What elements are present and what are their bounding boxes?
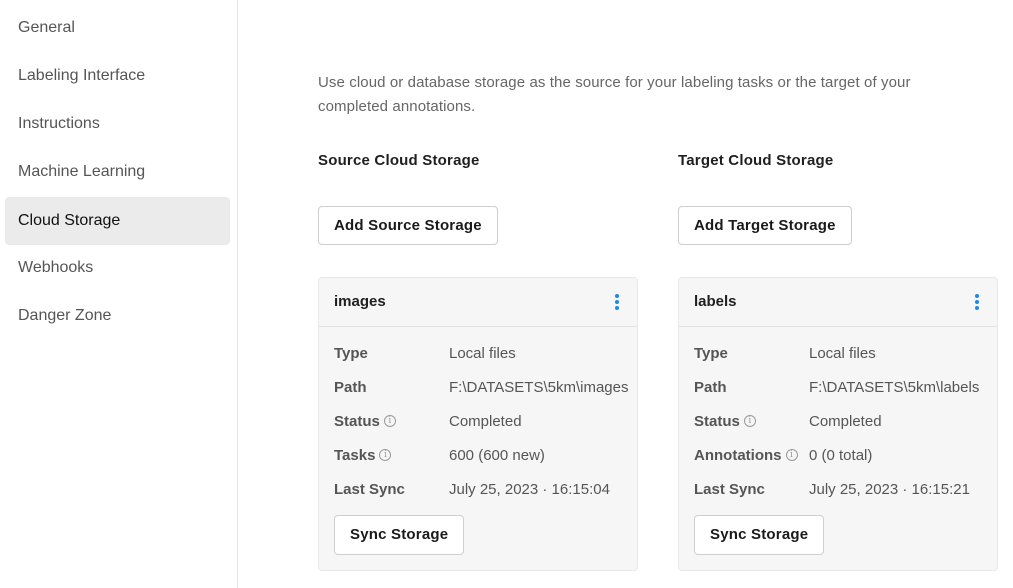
detail-value: Completed [809,413,882,430]
target-storage-card: labels Type Local files Path F:\DATASETS… [678,277,998,571]
detail-label: Status [334,413,380,430]
info-icon[interactable]: i [785,449,798,462]
detail-value: F:\DATASETS\5km\labels [809,379,980,396]
detail-row-path: Path F:\DATASETS\5km\labels [694,378,994,398]
add-source-storage-button[interactable]: Add Source Storage [318,206,498,245]
detail-value: F:\DATASETS\5km\images [449,379,629,396]
detail-value: 0 (0 total) [809,447,873,464]
app: General Labeling Interface Instructions … [0,0,1013,588]
sync-source-storage-button[interactable]: Sync Storage [334,515,465,555]
intro-text: Use cloud or database storage as the sou… [318,74,911,115]
detail-label: Annotations [694,447,782,464]
sidebar-item-general[interactable]: General [5,4,230,52]
more-options-icon[interactable] [613,294,621,310]
storage-name: labels [694,293,737,310]
detail-row-status: Status i Completed [334,412,634,432]
settings-sidebar: General Labeling Interface Instructions … [0,0,238,588]
sidebar-item-instructions[interactable]: Instructions [5,100,230,148]
detail-label: Tasks [334,447,376,464]
info-icon[interactable]: i [383,415,396,428]
detail-label: Type [334,345,368,362]
detail-row-path: Path F:\DATASETS\5km\images [334,378,634,398]
detail-label-wrap: Annotations i [694,446,798,466]
card-header: labels [679,278,997,327]
sidebar-item-cloud-storage[interactable]: Cloud Storage [5,197,230,245]
detail-label-wrap: Status i [694,412,756,432]
detail-value: 600 (600 new) [449,447,545,464]
detail-label: Status [694,413,740,430]
more-options-icon[interactable] [973,294,981,310]
add-target-storage-button[interactable]: Add Target Storage [678,206,852,245]
detail-row-last-sync: Last Sync July 25, 2023 · 16:15:04 [334,480,634,500]
detail-value: Local files [809,345,876,362]
sidebar-item-labeling-interface[interactable]: Labeling Interface [5,52,230,100]
detail-row-status: Status i Completed [694,412,994,432]
detail-row-type: Type Local files [694,344,994,364]
detail-label: Path [334,379,367,396]
detail-value: July 25, 2023 · 16:15:04 [449,481,610,498]
detail-label: Type [694,345,728,362]
detail-value: Local files [449,345,516,362]
detail-label: Last Sync [334,481,405,498]
detail-row-tasks: Tasks i 600 (600 new) [334,446,634,466]
sidebar-item-machine-learning[interactable]: Machine Learning [5,148,230,196]
card-header: images [319,278,637,327]
detail-value: Completed [449,413,522,430]
sync-target-storage-button[interactable]: Sync Storage [694,515,825,555]
detail-label-wrap: Tasks i [334,446,392,466]
sidebar-item-webhooks[interactable]: Webhooks [5,244,230,292]
source-storage-card: images Type Local files Path F:\DATASETS… [318,277,638,571]
info-icon[interactable]: i [743,415,756,428]
source-storage-title: Source Cloud Storage [318,152,480,169]
detail-row-annotations: Annotations i 0 (0 total) [694,446,994,466]
storage-name: images [334,293,386,310]
detail-row-last-sync: Last Sync July 25, 2023 · 16:15:21 [694,480,994,500]
cloud-storage-panel: Use cloud or database storage as the sou… [238,0,1013,588]
target-storage-title: Target Cloud Storage [678,152,834,169]
info-icon[interactable]: i [379,449,392,462]
detail-value: July 25, 2023 · 16:15:21 [809,481,970,498]
detail-label: Last Sync [694,481,765,498]
detail-row-type: Type Local files [334,344,634,364]
detail-label-wrap: Status i [334,412,396,432]
sidebar-item-danger-zone[interactable]: Danger Zone [5,292,230,340]
detail-label: Path [694,379,727,396]
